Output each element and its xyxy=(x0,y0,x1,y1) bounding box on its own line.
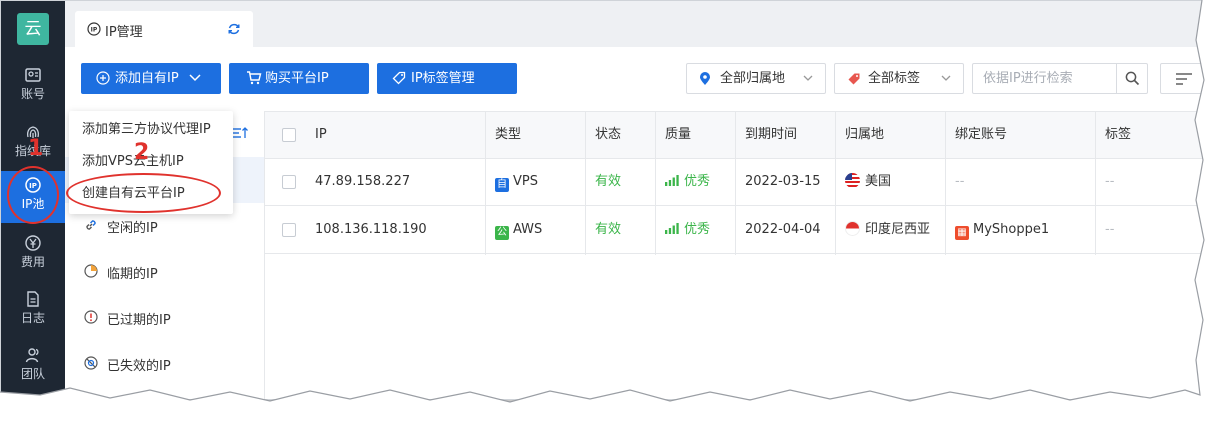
torn-edge-decoration xyxy=(0,0,1232,431)
screenshot-root: { "sidebar": { "logo": "云", "items": [ {… xyxy=(0,0,1232,431)
